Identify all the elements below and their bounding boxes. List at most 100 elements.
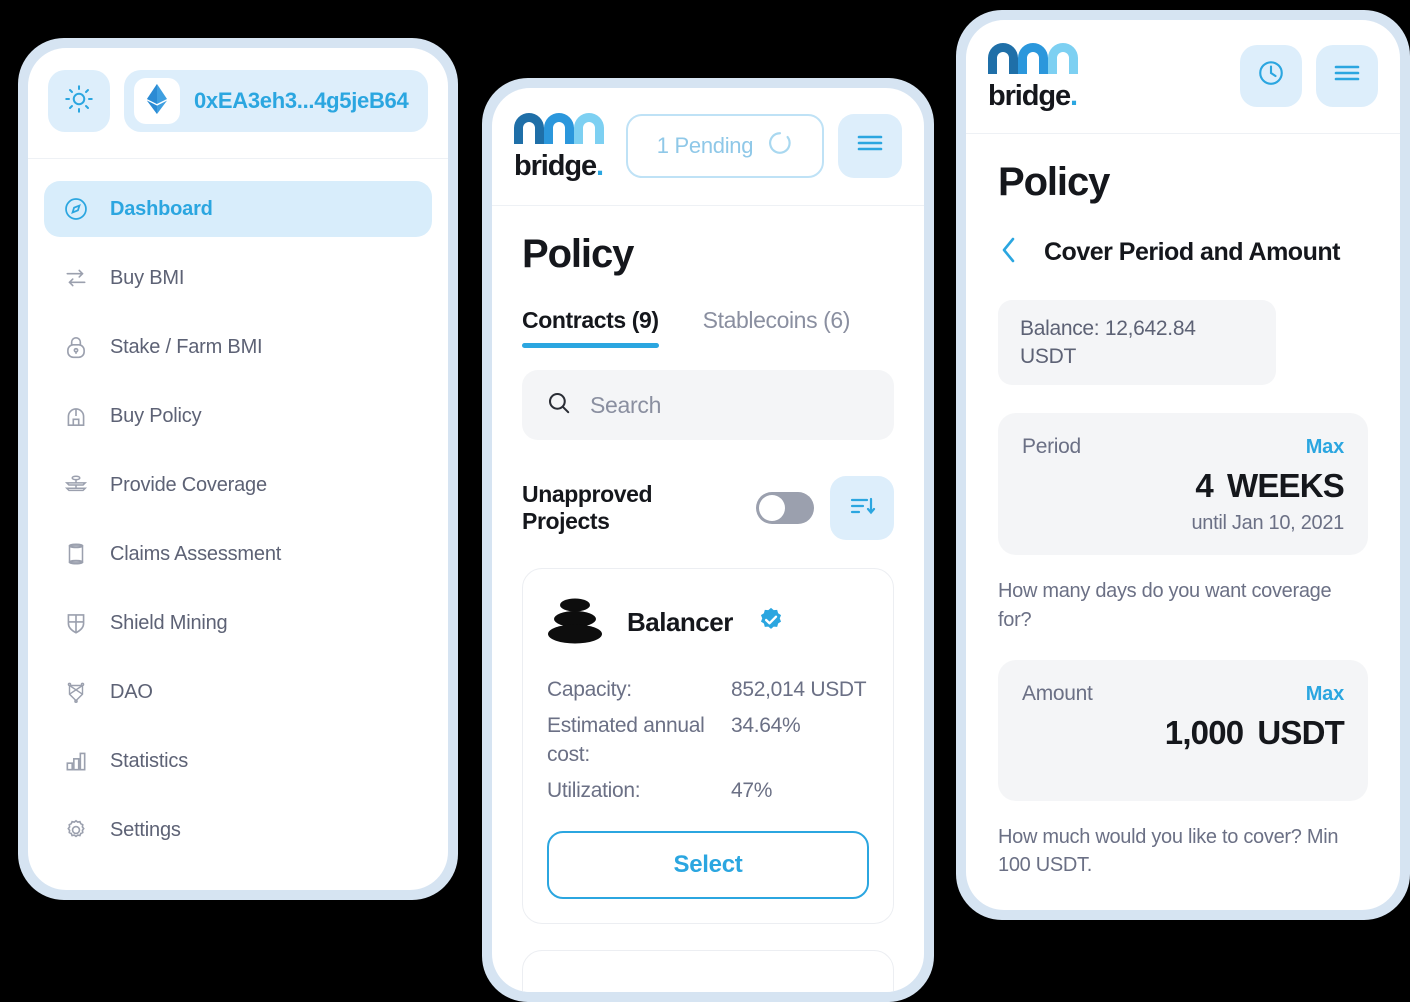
right-screen: bridge. Policy Cover Period and Amount B… <box>966 20 1400 910</box>
amount-label: Amount <box>1022 682 1093 706</box>
hamburger-icon <box>1333 63 1361 88</box>
bridge-dot: . <box>596 150 604 182</box>
period-field-header: Period Max <box>1022 435 1344 459</box>
period-value[interactable]: 4 <box>1195 467 1213 504</box>
phone-frame-right: bridge. Policy Cover Period and Amount B… <box>956 10 1410 920</box>
bridge-arches-icon <box>988 43 1086 78</box>
sidebar-nav: Dashboard Buy BMI Stake / Farm BMI Buy P… <box>28 159 448 858</box>
project-card-balancer[interactable]: Balancer Capacity: 852,014 USDT Estimate… <box>522 568 894 925</box>
pending-transactions-button[interactable]: 1 Pending <box>626 113 824 178</box>
ethereum-icon <box>146 83 168 119</box>
search-placeholder: Search <box>590 391 662 418</box>
tab-contracts[interactable]: Contracts (9) <box>522 307 659 348</box>
period-max-button[interactable]: Max <box>1306 436 1345 459</box>
sidebar-item-label: Claims Assessment <box>110 542 282 565</box>
middle-content: Policy Contracts (9) Stablecoins (6) Ser… <box>492 206 924 992</box>
dao-icon <box>62 678 90 706</box>
middle-screen: bridge. 1 Pending Policy Contracts (9) S… <box>492 88 924 992</box>
sidebar-item-label: DAO <box>110 680 153 703</box>
sidebar-item-label: Settings <box>110 818 181 841</box>
unapproved-projects-toggle[interactable] <box>756 492 814 524</box>
bridge-logo[interactable]: bridge. <box>514 110 612 181</box>
lock-icon <box>62 333 90 361</box>
screenshot-stage: 0xEA3eh3...4g5jeB64 Dashboard Buy BMI St… <box>0 0 1410 1002</box>
sidebar-item-label: Shield Mining <box>110 611 228 634</box>
umbrella-icon <box>62 402 90 430</box>
page-title: Policy <box>998 160 1110 204</box>
bridge-arches-icon <box>514 113 612 148</box>
wallet-address-text: 0xEA3eh3...4g5jeB64 <box>194 88 409 113</box>
stat-row: Utilization: 47% <box>547 777 869 805</box>
period-field-card[interactable]: Period Max 4 WEEKS until Jan 10, 2021 <box>998 413 1368 556</box>
sidebar-item-dao[interactable]: DAO <box>44 664 432 720</box>
stat-key: Utilization: <box>547 779 641 803</box>
stat-value: 47% <box>731 779 773 803</box>
amount-value[interactable]: 1,000 <box>1165 714 1244 751</box>
pending-label: 1 Pending <box>656 132 754 158</box>
amount-field-header: Amount Max <box>1022 682 1344 706</box>
shield-icon <box>62 609 90 637</box>
menu-button[interactable] <box>838 113 902 178</box>
stat-key: Estimated annual cost: <box>547 714 705 766</box>
sidebar-item-buy-policy[interactable]: Buy Policy <box>44 388 432 444</box>
sidebar-item-label: Statistics <box>110 749 189 772</box>
left-screen: 0xEA3eh3...4g5jeB64 Dashboard Buy BMI St… <box>28 48 448 890</box>
project-card-next[interactable] <box>522 950 894 992</box>
spinner-icon <box>767 130 793 161</box>
ethereum-chip <box>134 78 180 124</box>
filter-row: Unapproved Projects <box>522 476 894 540</box>
phone-frame-middle: bridge. 1 Pending Policy Contracts (9) S… <box>482 78 934 1002</box>
right-topbar: bridge. <box>966 20 1400 134</box>
bridge-wordmark: bridge. <box>514 152 612 181</box>
sidebar-item-stake-farm-bmi[interactable]: Stake / Farm BMI <box>44 319 432 375</box>
search-field[interactable]: Search <box>522 370 894 440</box>
middle-topbar: bridge. 1 Pending <box>492 88 924 206</box>
sidebar-item-buy-bmi[interactable]: Buy BMI <box>44 250 432 306</box>
bridge-wordmark: bridge. <box>988 82 1086 111</box>
bridge-logo[interactable]: bridge. <box>988 40 1086 111</box>
scroll-icon <box>62 540 90 568</box>
phone-frame-left: 0xEA3eh3...4g5jeB64 Dashboard Buy BMI St… <box>18 38 458 900</box>
wallet-address-pill[interactable]: 0xEA3eh3...4g5jeB64 <box>124 70 428 132</box>
bridge-dot: . <box>1070 80 1078 112</box>
toggle-knob <box>759 495 785 521</box>
right-topbar-actions <box>1240 44 1378 107</box>
section-title: Cover Period and Amount <box>1044 238 1340 266</box>
right-content: Policy Cover Period and Amount Balance: … <box>966 134 1400 880</box>
theme-toggle-button[interactable] <box>48 70 110 132</box>
policy-tabs: Contracts (9) Stablecoins (6) Ser <box>522 307 894 348</box>
sidebar-item-statistics[interactable]: Statistics <box>44 733 432 789</box>
amount-field-card[interactable]: Amount Max 1,000 USDT <box>998 660 1368 801</box>
history-button[interactable] <box>1240 44 1302 107</box>
compass-icon <box>62 195 90 223</box>
sidebar-item-label: Buy BMI <box>110 266 185 289</box>
period-unit: WEEKS <box>1226 467 1345 505</box>
stat-value: 34.64% <box>731 714 801 738</box>
sidebar-item-provide-coverage[interactable]: Provide Coverage <box>44 457 432 513</box>
hamburger-icon <box>856 133 884 158</box>
sidebar-item-shield-mining[interactable]: Shield Mining <box>44 595 432 651</box>
tab-stablecoins[interactable]: Stablecoins (6) <box>703 307 851 348</box>
swap-arrows-icon <box>62 264 90 292</box>
project-stats: Capacity: 852,014 USDT Estimated annual … <box>547 676 869 805</box>
stat-key: Capacity: <box>547 678 632 701</box>
sidebar-item-label: Buy Policy <box>110 404 202 427</box>
balancer-icon <box>547 595 603 650</box>
sidebar-item-dashboard[interactable]: Dashboard <box>44 181 432 237</box>
menu-button[interactable] <box>1316 44 1378 107</box>
left-topbar: 0xEA3eh3...4g5jeB64 <box>28 48 448 159</box>
period-until-text: until Jan 10, 2021 <box>1191 512 1344 535</box>
sidebar-item-label: Stake / Farm BMI <box>110 335 263 358</box>
period-helper-text: How many days do you want coverage for? <box>998 580 1332 631</box>
sidebar-item-label: Provide Coverage <box>110 473 267 496</box>
amount-max-button[interactable]: Max <box>1306 683 1345 706</box>
sidebar-item-label: Dashboard <box>110 197 213 220</box>
layers-icon <box>62 471 90 499</box>
chevron-left-icon[interactable] <box>998 235 1020 270</box>
sidebar-item-settings[interactable]: Settings <box>44 802 432 858</box>
sort-button[interactable] <box>830 476 894 540</box>
sun-icon <box>64 84 94 119</box>
sidebar-item-claims-assessment[interactable]: Claims Assessment <box>44 526 432 582</box>
project-header: Balancer <box>547 595 869 650</box>
select-button[interactable]: Select <box>547 831 869 900</box>
